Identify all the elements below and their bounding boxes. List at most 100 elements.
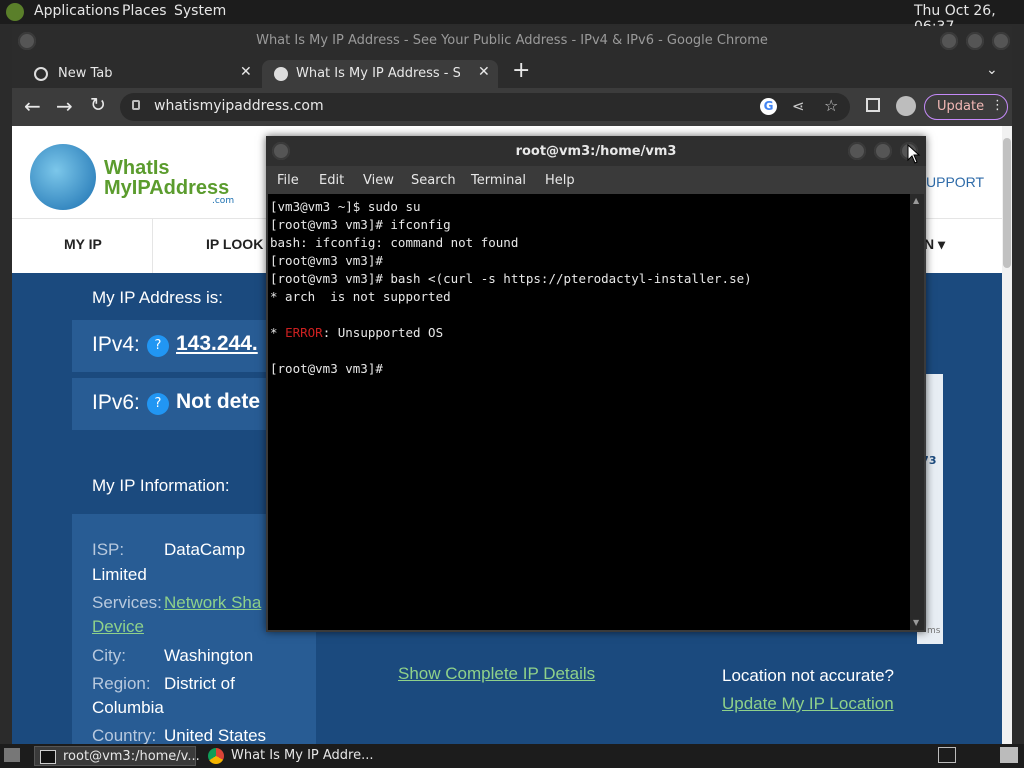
logo-text-1[interactable]: WhatIs (104, 158, 170, 178)
address-bar[interactable]: whatismyipaddress.com G ⋖ ☆ (120, 93, 850, 121)
isp-value: DataCamp (164, 540, 246, 559)
update-location-link[interactable]: Update My IP Location (722, 694, 894, 714)
taskbar-item-chrome[interactable]: What Is My IP Addre... (204, 746, 384, 766)
services-link[interactable]: Network Sha (164, 593, 261, 613)
error-message: : Unsupported OS (322, 325, 444, 340)
trash-icon[interactable] (1000, 747, 1018, 763)
new-tab-icon[interactable]: + (512, 60, 530, 82)
nav-more[interactable]: N ▾ (924, 236, 945, 253)
my-ip-heading: My IP Address is: (92, 288, 224, 307)
page-scrollbar[interactable] (1002, 126, 1012, 744)
maximize-icon[interactable] (966, 32, 984, 50)
share-icon[interactable]: ⋖ (792, 97, 805, 115)
chrome-titlebar[interactable]: What Is My IP Address - See Your Public … (12, 26, 1012, 56)
terminal-titlebar[interactable]: root@vm3:/home/vm3 (266, 136, 926, 166)
taskbar-label: What Is My IP Addre... (231, 748, 374, 763)
nav-ip-lookup[interactable]: IP LOOK (206, 236, 263, 252)
terminal-prompt-line: [root@vm3 vm3]# (270, 361, 383, 376)
menu-places[interactable]: Places (122, 3, 167, 19)
menu-terminal[interactable]: Terminal (471, 173, 526, 188)
tab-search-chevron-icon[interactable]: ⌄ (986, 62, 998, 78)
logo-text-2[interactable]: MyIPAddress (104, 178, 229, 198)
terminal-line: [root@vm3 vm3]# ifconfig (270, 217, 451, 232)
terminal-line: [root@vm3 vm3]# (270, 253, 383, 268)
ip-info-heading: My IP Information: (92, 476, 230, 495)
scroll-up-icon[interactable]: ▲ (913, 196, 919, 205)
taskbar-label: root@vm3:/home/v... (63, 749, 200, 764)
ipv6-help-icon[interactable]: ? (147, 393, 169, 415)
error-keyword: ERROR (285, 325, 323, 340)
window-title: What Is My IP Address - See Your Public … (256, 33, 768, 48)
terminal-line: * arch is not supported (270, 289, 451, 304)
chrome-app-icon (208, 748, 224, 764)
terminal-scrollbar[interactable]: ▲ ▼ (910, 194, 924, 630)
distro-logo-icon[interactable] (6, 3, 24, 21)
lock-icon[interactable] (132, 100, 140, 110)
tab-close-icon[interactable]: ✕ (478, 64, 490, 80)
menu-search[interactable]: Search (411, 173, 456, 188)
back-icon[interactable]: ← (24, 94, 41, 118)
forward-icon[interactable]: → (56, 94, 73, 118)
side-panel-icon[interactable] (866, 98, 880, 112)
terminal-app-icon (40, 750, 56, 764)
workspace-switcher-icon[interactable] (938, 747, 956, 763)
menu-edit[interactable]: Edit (319, 173, 344, 188)
ipv6-label: IPv6: (92, 391, 140, 414)
site-logo-globe-icon[interactable] (30, 144, 96, 210)
isp-value-cont: Limited (92, 565, 147, 584)
terminal-maximize-icon[interactable] (874, 142, 892, 160)
show-details-link[interactable]: Show Complete IP Details (398, 664, 595, 684)
close-icon[interactable] (992, 32, 1010, 50)
top-panel: Applications Places System Thu Oct 26, 0… (0, 0, 1024, 35)
mouse-cursor-icon (907, 144, 921, 164)
scrollbar-thumb[interactable] (1003, 138, 1011, 268)
profile-avatar-icon[interactable] (896, 96, 916, 116)
logo-text-3: .com (212, 196, 235, 206)
nav-divider (152, 219, 153, 273)
menu-system[interactable]: System (174, 3, 226, 19)
nav-my-ip[interactable]: MY IP (64, 236, 102, 252)
tab-close-icon[interactable]: ✕ (240, 64, 252, 80)
show-desktop-icon[interactable] (4, 748, 20, 762)
tab-whatismyip[interactable]: What Is My IP Address - See Y ✕ (262, 60, 498, 88)
terminal-error-line: * ERROR: Unsupported OS (270, 324, 910, 342)
nav-support-link[interactable]: UPPORT (926, 174, 984, 190)
bottom-panel: root@vm3:/home/v... What Is My IP Addre.… (0, 744, 1024, 768)
ipv4-label: IPv4: (92, 333, 140, 356)
more-menu-icon[interactable]: ⋮ (991, 98, 1004, 113)
bookmark-star-icon[interactable]: ☆ (824, 96, 838, 115)
menu-view[interactable]: View (363, 173, 394, 188)
map-terms-text[interactable]: ms (927, 626, 940, 636)
reload-icon[interactable]: ↻ (90, 94, 106, 116)
region-value-cont: Columbia (92, 698, 164, 717)
menu-help[interactable]: Help (545, 173, 575, 188)
services-link-cont[interactable]: Device (92, 617, 144, 637)
terminal-output[interactable]: [vm3@vm3 ~]$ sudo su [root@vm3 vm3]# ifco… (268, 194, 910, 630)
scroll-down-icon[interactable]: ▼ (913, 618, 919, 627)
url-text[interactable]: whatismyipaddress.com (154, 98, 324, 114)
ipv4-help-icon[interactable]: ? (147, 335, 169, 357)
minimize-icon[interactable] (940, 32, 958, 50)
globe-icon (274, 67, 288, 81)
google-lens-icon[interactable]: G (760, 98, 777, 115)
terminal-minimize-icon[interactable] (848, 142, 866, 160)
terminal-line: [vm3@vm3 ~]$ sudo su (270, 199, 421, 214)
terminal-title: root@vm3:/home/vm3 (515, 144, 677, 159)
taskbar-item-terminal[interactable]: root@vm3:/home/v... (34, 746, 200, 766)
terminal-line: [root@vm3 vm3]# bash <(curl -s https://p… (270, 271, 752, 286)
ipv6-value: Not dete (176, 390, 260, 413)
chrome-icon (34, 67, 48, 81)
city-value: Washington (164, 646, 254, 665)
services-label: Services: (92, 593, 162, 612)
ipv4-value[interactable]: 143.244. (176, 332, 258, 356)
update-button[interactable]: Update ⋮ (924, 94, 1008, 120)
menu-file[interactable]: File (277, 173, 299, 188)
update-label: Update (937, 99, 985, 114)
tab-label: New Tab (58, 66, 113, 81)
country-value: United States (164, 726, 267, 744)
tab-new-tab[interactable]: New Tab ✕ (22, 60, 258, 88)
tab-bar: New Tab ✕ What Is My IP Address - See Y … (12, 56, 1012, 88)
menu-applications[interactable]: Applications (34, 3, 120, 19)
